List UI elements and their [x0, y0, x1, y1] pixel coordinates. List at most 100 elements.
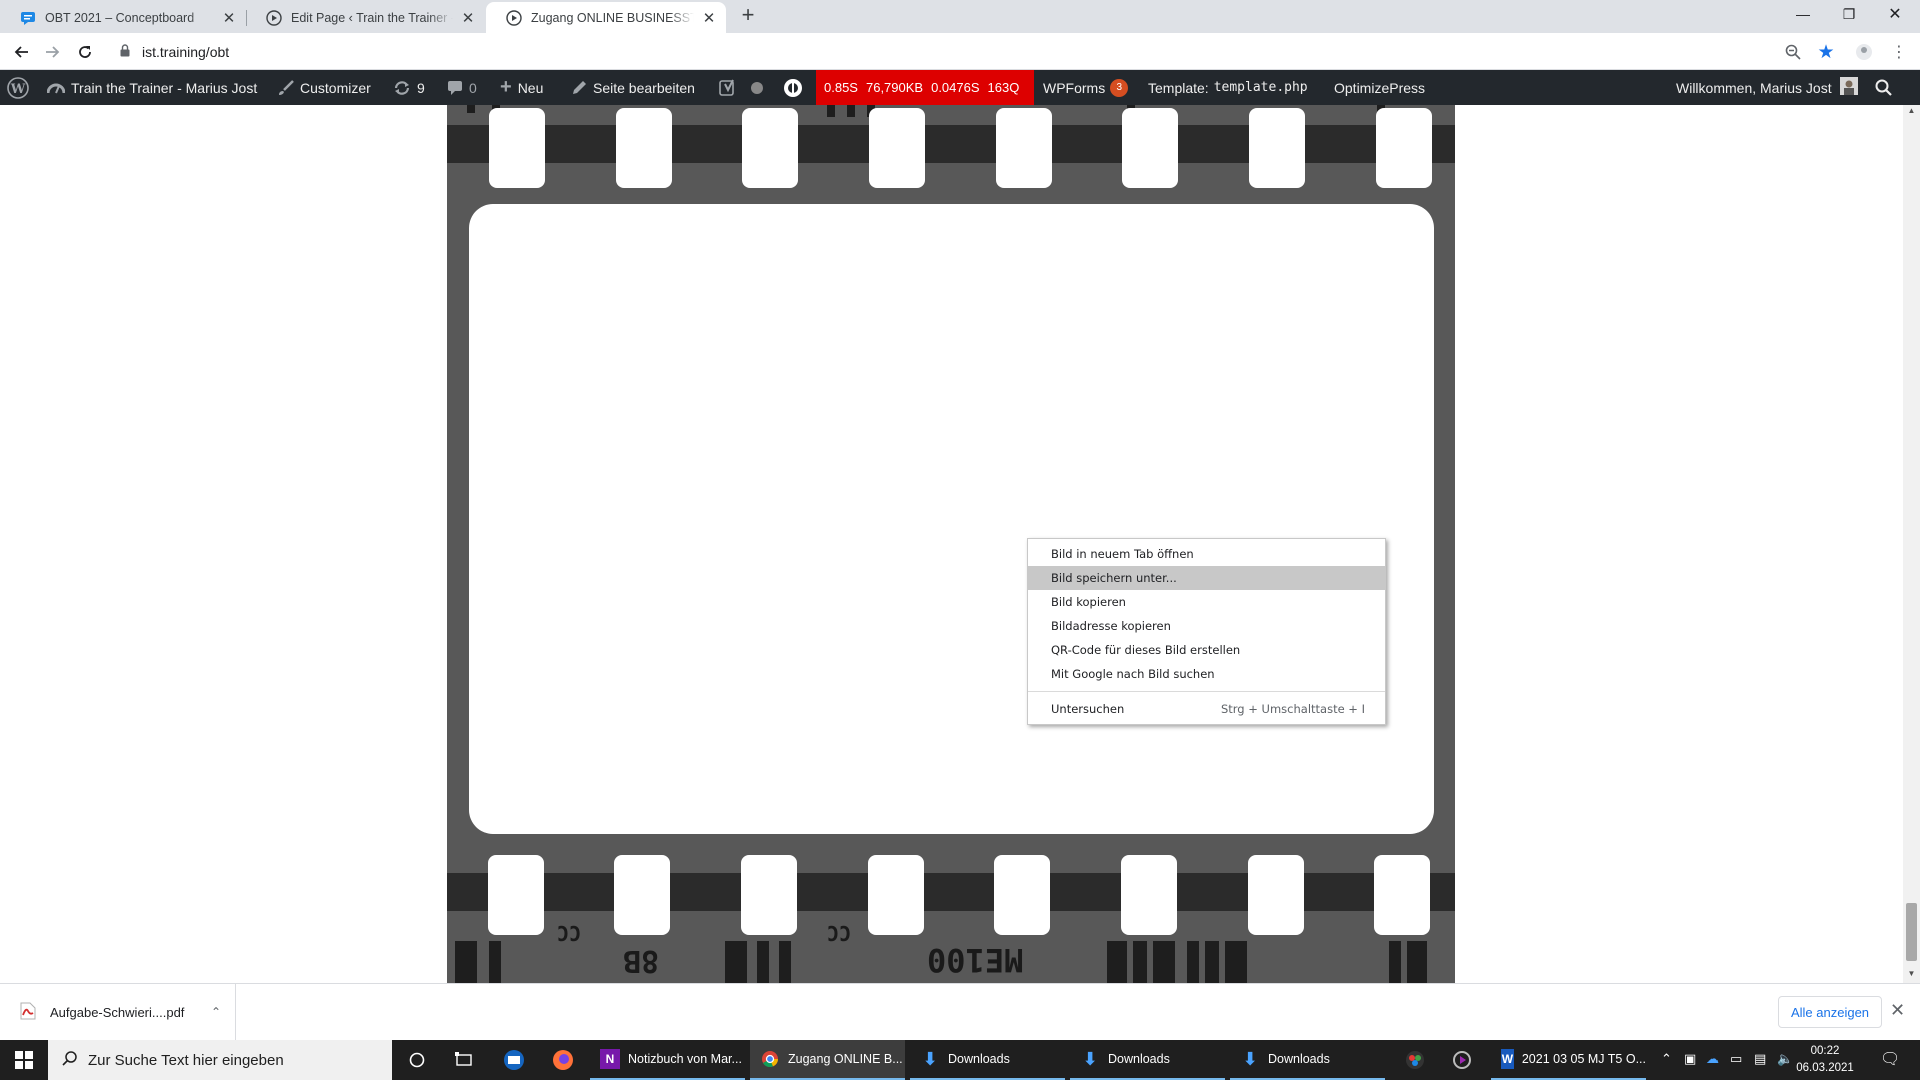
menu-item-save-image-as[interactable]: Bild speichern unter...: [1028, 566, 1385, 590]
restore-icon[interactable]: ❐: [1826, 0, 1872, 28]
film-hole: [1376, 108, 1432, 188]
network-icon[interactable]: ▤: [1754, 1051, 1766, 1067]
qm-db-time: 0.0476S: [931, 80, 980, 95]
notification-icon[interactable]: 🗨: [1880, 1049, 1900, 1069]
new-tab-button[interactable]: +: [736, 4, 760, 28]
scroll-down-arrow-icon[interactable]: ▼: [1906, 969, 1917, 981]
close-tab-icon[interactable]: ✕: [220, 9, 238, 27]
wpforms-badge: 3: [1110, 78, 1129, 97]
windows-taskbar: Zur Suche Text hier eingeben N Notizbuch…: [0, 1040, 1920, 1080]
svg-text:W: W: [10, 82, 26, 97]
browser-tab-strip: OBT 2021 – Conceptboard ✕ Edit Page ‹ Tr…: [0, 0, 1920, 33]
menu-item-create-qr-code[interactable]: QR-Code für dieses Bild erstellen: [1028, 638, 1385, 662]
mail-app-icon[interactable]: [502, 1040, 526, 1080]
menu-item-copy-image[interactable]: Bild kopieren: [1028, 590, 1385, 614]
media-player-icon[interactable]: [1450, 1040, 1474, 1080]
brush-icon: [278, 79, 294, 96]
film-edge-mark: [1153, 941, 1175, 983]
tray-device-icon[interactable]: ▣: [1684, 1051, 1696, 1067]
menu-item-label: Bildadresse kopieren: [1051, 619, 1171, 633]
menu-item-copy-image-address[interactable]: Bildadresse kopieren: [1028, 614, 1385, 638]
davinci-resolve-icon[interactable]: [1403, 1040, 1427, 1080]
film-hole: [996, 108, 1052, 188]
download-folder-icon: ⬇: [1082, 1048, 1098, 1069]
download-item[interactable]: Aufgabe-Schwieri....pdf ⌃: [0, 984, 236, 1040]
taskbar-app-onenote[interactable]: N Notizbuch von Mar...: [590, 1040, 745, 1080]
taskbar-app-downloads[interactable]: ⬇ Downloads: [1230, 1040, 1385, 1080]
adminbar-edit-page[interactable]: Seite bearbeiten: [571, 70, 695, 105]
url-text[interactable]: ist.training/obt: [142, 44, 229, 60]
film-hole: [616, 108, 672, 188]
chrome-icon: [760, 1049, 780, 1069]
adminbar-comments[interactable]: 0: [447, 70, 477, 105]
taskbar-app-word[interactable]: W 2021 03 05 MJ T5 O...: [1491, 1040, 1646, 1080]
close-shelf-icon[interactable]: ✕: [1890, 1000, 1905, 1021]
adminbar-updates[interactable]: 9: [393, 70, 425, 105]
tray-chevron-up-icon[interactable]: ⌃: [1661, 1051, 1672, 1067]
film-hole: [488, 855, 544, 935]
film-marking: ME100: [927, 941, 1024, 979]
forward-arrow-icon[interactable]: [40, 39, 66, 65]
menu-separator: [1028, 691, 1385, 692]
menu-item-open-image-new-tab[interactable]: Bild in neuem Tab öffnen: [1028, 542, 1385, 566]
scrollbar-thumb[interactable]: [1906, 903, 1917, 961]
profile-avatar[interactable]: [1851, 39, 1877, 65]
omnibox[interactable]: ist.training/obt: [108, 37, 1808, 66]
battery-icon[interactable]: ▭: [1730, 1051, 1742, 1067]
taskbar-app-label: Downloads: [1108, 1052, 1170, 1066]
query-monitor[interactable]: 0.85S 76,790KB 0.0476S 163Q: [816, 70, 1034, 105]
adminbar-customizer[interactable]: Customizer: [278, 70, 371, 105]
tab-conceptboard[interactable]: OBT 2021 – Conceptboard ✕: [0, 2, 246, 33]
browser-toolbar: ist.training/obt ★ ⋮: [0, 33, 1920, 70]
customizer-label: Customizer: [300, 79, 371, 96]
tab-zugang-online[interactable]: Zugang ONLINE BUSINESSTRAINER ✕: [486, 2, 726, 33]
adminbar-new[interactable]: + Neu: [500, 70, 543, 105]
film-edge-mark: [1187, 941, 1199, 983]
cortana-icon[interactable]: [405, 1040, 429, 1080]
onedrive-icon[interactable]: ☁: [1706, 1051, 1719, 1067]
close-tab-icon[interactable]: ✕: [700, 9, 718, 27]
adminbar-account[interactable]: Willkommen, Marius Jost: [1676, 70, 1858, 105]
optimizepress-logo-icon[interactable]: [783, 70, 803, 105]
menu-item-search-google-image[interactable]: Mit Google nach Bild suchen: [1028, 662, 1385, 686]
adminbar-template[interactable]: Template: template.php: [1148, 70, 1308, 105]
seo-status-dot-icon[interactable]: [750, 70, 764, 105]
clock-date: 06.03.2021: [1796, 1062, 1854, 1074]
comment-icon: [447, 80, 463, 96]
template-file: template.php: [1213, 80, 1308, 95]
template-label: Template:: [1148, 79, 1209, 96]
adminbar-wpforms[interactable]: WPForms 3: [1043, 70, 1129, 105]
film-edge-mark: [1205, 941, 1219, 983]
taskbar-clock[interactable]: 00:22 06.03.2021: [1790, 1043, 1860, 1077]
menu-item-label: QR-Code für dieses Bild erstellen: [1051, 643, 1241, 657]
adminbar-search-icon[interactable]: [1875, 70, 1892, 105]
adminbar-site[interactable]: Train the Trainer - Marius Jost: [47, 70, 257, 105]
download-folder-icon: ⬇: [922, 1048, 938, 1069]
taskbar-app-chrome[interactable]: Zugang ONLINE B...: [750, 1040, 905, 1080]
menu-item-inspect[interactable]: Untersuchen Strg + Umschalttaste + I: [1028, 697, 1385, 721]
tab-edit-page[interactable]: Edit Page ‹ Train the Trainer - Marius J…: [246, 2, 485, 33]
taskbar-app-downloads[interactable]: ⬇ Downloads: [1070, 1040, 1225, 1080]
window-close-icon[interactable]: ✕: [1872, 0, 1918, 28]
minimize-icon[interactable]: —: [1780, 0, 1826, 28]
page-scrollbar[interactable]: [1903, 105, 1920, 983]
firefox-icon[interactable]: [551, 1040, 575, 1080]
reload-icon[interactable]: [72, 39, 98, 65]
back-arrow-icon[interactable]: [8, 39, 34, 65]
close-tab-icon[interactable]: ✕: [459, 9, 477, 27]
chevron-up-icon[interactable]: ⌃: [211, 1005, 221, 1019]
lock-icon[interactable]: [120, 44, 130, 57]
windows-start-icon[interactable]: [0, 1040, 48, 1080]
taskbar-app-downloads[interactable]: ⬇ Downloads: [910, 1040, 1065, 1080]
yoast-icon[interactable]: [719, 70, 737, 105]
menu-dots-icon[interactable]: ⋮: [1886, 39, 1912, 65]
bookmark-star-icon[interactable]: ★: [1813, 39, 1839, 65]
adminbar-optimizepress[interactable]: OptimizePress: [1334, 70, 1425, 105]
task-view-icon[interactable]: [452, 1040, 476, 1080]
show-all-downloads-button[interactable]: Alle anzeigen: [1778, 996, 1882, 1028]
taskbar-search-box[interactable]: Zur Suche Text hier eingeben: [48, 1040, 392, 1080]
scroll-up-arrow-icon[interactable]: ▲: [1906, 106, 1917, 118]
wordpress-logo-icon[interactable]: W: [7, 70, 29, 105]
site-name: Train the Trainer - Marius Jost: [71, 79, 258, 96]
zoom-icon[interactable]: [1780, 39, 1806, 65]
